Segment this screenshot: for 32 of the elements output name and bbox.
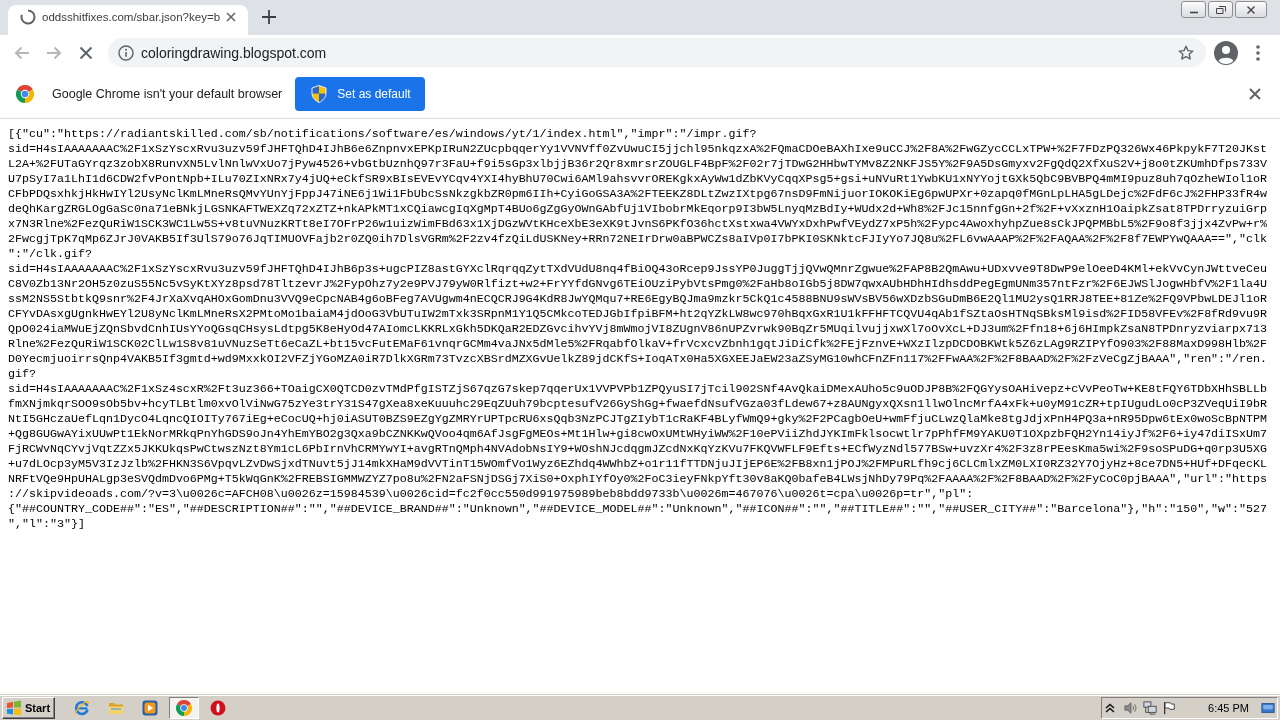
- menu-icon[interactable]: [1256, 44, 1260, 61]
- shield-icon: [311, 85, 328, 103]
- ring-logo-icon: [210, 699, 227, 716]
- taskbar-app-button[interactable]: [169, 696, 200, 719]
- restore-button[interactable]: [1208, 1, 1233, 18]
- profile-avatar-icon[interactable]: [1214, 40, 1238, 65]
- chevron-up-icon[interactable]: [1105, 702, 1116, 713]
- infobar-message: Google Chrome isn't your default browser: [52, 87, 283, 101]
- json-response-text: [{"cu":"https://radiantskilled.com/sb/notifications/software/es/windows/yt/1/index.html","impr":"/impr.gif? sid=H4sIAAAAAAAC%2F1xSzYscxRvu3uzv59fJHFTQhD4IJhB6e6ZnpnvxEPKpIRuN2ZUcpbqqerYy1VVNVff0ZvUwuCI5jjchl95nkqzxA%2FQmaCDOeBAXhIxe9uCCJ%2F8A%2FwGZycCCLxTPW+%2F7FDzPQ326Wx46PkpykF7T20JKst L2A+%2FUTaGYrqz3zobX8RunvXN5LvlNnlwVxUo7jPyw4526+vbGtbUznhQ97r3FaU+f9i5sGp3xlbjjB36r2Qr8xmrsrZOUGLF4BpF%2F02r7jTDwG2HHbwTYMv8Z2NKFJS5Y%2F9A5DsGmyxv2FgQdQ2XfXuS2V+j8o0tZKUmhDfps733V U7pSyI7a1LhI1d6CDW2fvPontNpb+ILu70ZIxNRx7y4jUQ+eCkfSR9xBIsEVEvYCqv4YXI4hyBhU70Cwi6AMl9ahsvvrOREKgkxAyWw1dZbKVyCqqXPsg5+gsi+uNVuRt1YwbKU1xNYYojtGXk5QbC9BVBPQ4mMI9puz8uh7qOzheWIol1oR CFbPDQsxhkjHkHwIYl2UsyNclKmLMneRsQMvYUnYjFppJ47iNE6j1Wi1FbUbcSsNkzgkbZR0pm6IIh+CyiGoGSA3A%2FTEEKZ8DLtZwzIXtpg67nsD9FmNijuorIOKOKiEg6pwUPXr+0zapq0fMGnLpLHA5gLDejc%2FdF6cJ%2FHP33fR4w deQhKargZRGLOgGaSc0na71eBNkjLGSNKAFTWEXZq72xZTZ+nkAPkMT1xCQiawcgIqXgMpT4BUo6gZgGyOWnGAbfUj1VIbobrMkEqorp9I3bW5LnyqMzBdIy+WUdx2d+Wh8%2FJc15nnfgGn+2f%2F+vXxznH1OaipkZsat8TPDrryzuiGrp x7N3Rlne%2FezQuRiW1SCK3WC1Lw5S+v8tuVNuzKRTt8eI7OFrP26w1uizWimFBd63x1XjDGzWVtKHceXbE3eXK9tJvnS6PKfO36hctXstxwa4VWYxDxhPwfVEydZ7xP5h%2Fypc4AwoxhyhpZue8sCkJPQPMBbL5%2F9o8f3jjx4ZvPw+r% 2FwcgjTpK7qMp6ZJrJ0VAKB5If3UlS79o76JqTIMUOVFajb2r0ZQ0ih7DlsVGRm%2F2zv4fzQiLdUSKNey+RRn72NEIrDrw0aBPWCZs8aIVp0I7bPKI0SKNktcFJIyYo7JQ8u%2FL6vwAAAP%2F%2FAQAA%2F%2F8f7EWPYwQAAA==","clk ":"/clk.gif? sid=H4sIAAAAAAAC%2F1xSzYscxRvu3uzv59fJHFTQhD4IJhB6p3s+ugcPIZ8astGYXclRqrqqZytTXdVUdU8nq4fBiOQ43oRcep9JssYP0JuggTjjQVwQMnrZgwue%2FAP8B2QmAwu+UDxvve9T8DwP9elOeeD4KMl+ekVvCynJWttveCeu C8V0Zb13Nr2OH5z0zuS55Nc5vSyKtXYz8psd78TltzevrJ%2FypOhz7y2e9PVJ79yW0Rlfizt+w2+FrYYfdGNvg6TEiOUziPybVtsPmg0%2FaHb8oIGb5j8DW7qwxAUbHDhHIdhsddPegEgmUNm357ntFzr%2F6EJWSlJogwHbfV%2F1la4U ssM2NS5StbtkQ9snr%2F4JrXaXvqAHOxGomDnu3VVQ9eCpcNAB4g6oBFeg7AVUgwm4nECQCRJ9G4KdR8JwYQMqu7+RE6EgyBQJma9mzkr5CkQ1c4588BNU9sWVsBV56wXDzbSGuDmB6E2Ql1MU2ysQ1RRJ8TEE+81Ze%2FQ9VPbwLDEJl1oR CFYvDAsxgUgnkHwEYl2U8yNclKmLMneRsX2PMtoMo1baiaM4jdOoG3VbUTuIW2mTxk3SRpnM1Y1Q5CMkcoTEDJGbIfpiBFM+ht2qYZkLW8wc970hBqxGxR1U1kFFHFTCQVU4qAb1fSZtaOsHTNqSBksMl9isd%2FID58VFEv%2F8fRd9vu9R QpO024iaMWuEjZQnSbvdCnhIUsYYoQGsqCHsysLdtpg5K8eHyOd47AIomcLKKRLxGkh5DKQaR2EDZGvcihvYVj8mWmojVI8ZUgnV86nUPZvrwk90BqZr5MUqilvujjxwXl7oOvXcL+DJ3um%2Ffn18+6j6HImpkZsaN8TPDnryzviarpx713 Rlne%2FezQuRiW1SCK02ClLw1S8v81uVNuzSeTt6eCaZL+bt15vcFutEMaF61vnqrGCMm4vaJNx5dMle5%2FRqabfOlkaV+frVcxcvZbnh1gqtJiDiCfk%2FEjFznvE+WXzIlzpDCDOBKWtk5Z6zLAg9RZIPYfO903%2F88MaxD998Hlb%2F D0YecmjuoirrsQnp4VAKB5If3gmtd+wd9MxxkOI2VFZjYGoMZA0iR7DlkXGRm73TvzcXBSrdMZXGvUelkZ89jdCKfS+IoqATx0Ha5XGXEEJaEW23aZSyMG10whCFnZFn117%2FFwAA%2F%2F8BAAD%2F%2FzVeCgZjBAAA","ren":"/ren. gif? sid=H4sIAAAAAAAC%2F1xSz4scxR%2Ft3uz366+TOaigCX0QTCD0zvTMdPfgISTZjS67qzG7skep7qqerUx1VVPVPb1ZPQyuSI7jTcil902SNf4AvQkaiDMexAUho5c9uODJP8B%2FQGYysOAHivepz+cVvPeoTw+KE8tFQY6TDbXHhSBLLb fmXNjmkqrSOO9sOb5bv+hcyTLBtlm0xvOlViNwG75zYe3trY31S47gXea8xeKuuuhc29EqZUuh79bcptesufV26GyShGg+fwaefdNsufVGza03fLdew67+z8AUNgyxQXsn1llwOlncMrfA4xFk+u0yM91cZR+tpIUgudLo0cP3ZVeqUiI9bR NtI5GHczaUefLqn1DycO4LqncQIOITy767iEg+eCocUQ+hj0iASUT0BZS9EZgYgZMRYrUPTpcRU6xsQqb3NzPCJTgZIybT1cRaKF4BLyfWmQ9+gky%2F2PCagbOeU+wmFfjuCLwzQlaMke8tgJdjxPnH4PQ3a+nR95Dpw6tEx0woScBpNTPM +Qg8GUGwAYixUUwPt1EkNorMRkqPnYhGDS9oJn4YhEmYBO2g3Qxa9bCZNKKwQVoo4qm6AfJsgFgMEOs+Mt1Hlw+gi8cwOxUMtWHyiWW%2F10ePViiZhdJYKImFklsocwtlr7pPhfFM9YAKU0T1OXpzbFQH2Yn14iyJf%2F6+iy47diISxUm7 FjRCWvNqCYvjVqtZZx5JKKUkqsPwCtwszNzt8Ym1cL6PbIrnVhCRMYwYI+avgRTnQMph4NVAdobNsIY9+WOshNJcdqgmJZcdNxKqYzKVu7FKQVWFLF9Efts+ECfWyzNdl577BSw+uvzXr4%2F3z8rPEesKma5wi%2F9soSPuDG+q0rp3U5XG +u7dLOcp3yM5V3IzJzlb%2FHKN3S6VpqvLZvDwSjxdTNuvt5jJ14mkXHaM9dVVTinT15WOmfVo1Wyz6EZhdq4WWhbZ+o1r11fTTDNjuJIjEP6E%2FB8xn1jPOJ%2FMPuRLfh9cj6CLCmlxZM0LXI0RZ32Y7OjyHz+8ce7DN5+HUf+DFqecKL NRFtVQe9HpUHALgp3eSVQdmDvo6PMg+T5kWqGnK%2FREBSIGMMWZYZ7po8u%2FN2aFSNjDSGj7XiS0+OxphIYfOy0%2FoC3ieyFNkpYft30v8aKQ0bafeB4LWsjNhDy79Pq%2FAAAA%2F%2F8BAAD%2F%2FyCoC0pjBAAA","url":"https ://skipvideoads.com/?v=3\u0026c=AFCH08\u0026z=15984539\u0026cid=fc2f0cc550d991975989beb8bdd9733b\u0026m=467076\u0026t=cpa\u0026p=tr","pl": {"##COUNTRY_CODE##":"ES","##DESCRIPTION##":"","##DEVICE_BRAND##":"Unknown","##DEVICE_MODEL##":"Unknown","##ICON##":"","##TITLE##":"","##USER_CITY##":"Barcelona"},"h":"150","w":"527 ","l":"3"}]: [7, 126, 1269, 533]
- media-player-icon: [142, 699, 159, 716]
- browser-e-icon: [74, 699, 91, 716]
- close-tab-icon[interactable]: [224, 10, 238, 24]
- stop-loading-icon[interactable]: [78, 44, 94, 61]
- network-icon[interactable]: [1143, 700, 1158, 715]
- clock-time[interactable]: 6:45 PM: [1208, 701, 1249, 714]
- show-desktop-icon[interactable]: [1261, 700, 1275, 715]
- restore-icon: [1215, 5, 1226, 14]
- info-icon[interactable]: [118, 44, 134, 61]
- bookmark-star-icon[interactable]: [1178, 44, 1194, 61]
- speaker-icon[interactable]: [1124, 700, 1139, 715]
- chrome-logo-icon: [16, 85, 34, 103]
- flag-icon[interactable]: [1162, 700, 1177, 715]
- chrome-logo-icon: [176, 699, 193, 716]
- new-tab-plus-icon[interactable]: [262, 10, 276, 24]
- address-bar[interactable]: coloringdrawing.blogspot.com: [108, 38, 1206, 67]
- flag-logo-icon: [6, 699, 22, 716]
- set-as-default-button[interactable]: Set as default: [295, 77, 425, 111]
- close-window-button[interactable]: [1235, 1, 1267, 18]
- close-icon[interactable]: [1249, 88, 1261, 100]
- close-icon: [1246, 5, 1256, 14]
- browser-tab[interactable]: oddsshitfixes.com/sbar.json?key=b: [8, 5, 248, 35]
- start-button[interactable]: Start: [2, 696, 56, 719]
